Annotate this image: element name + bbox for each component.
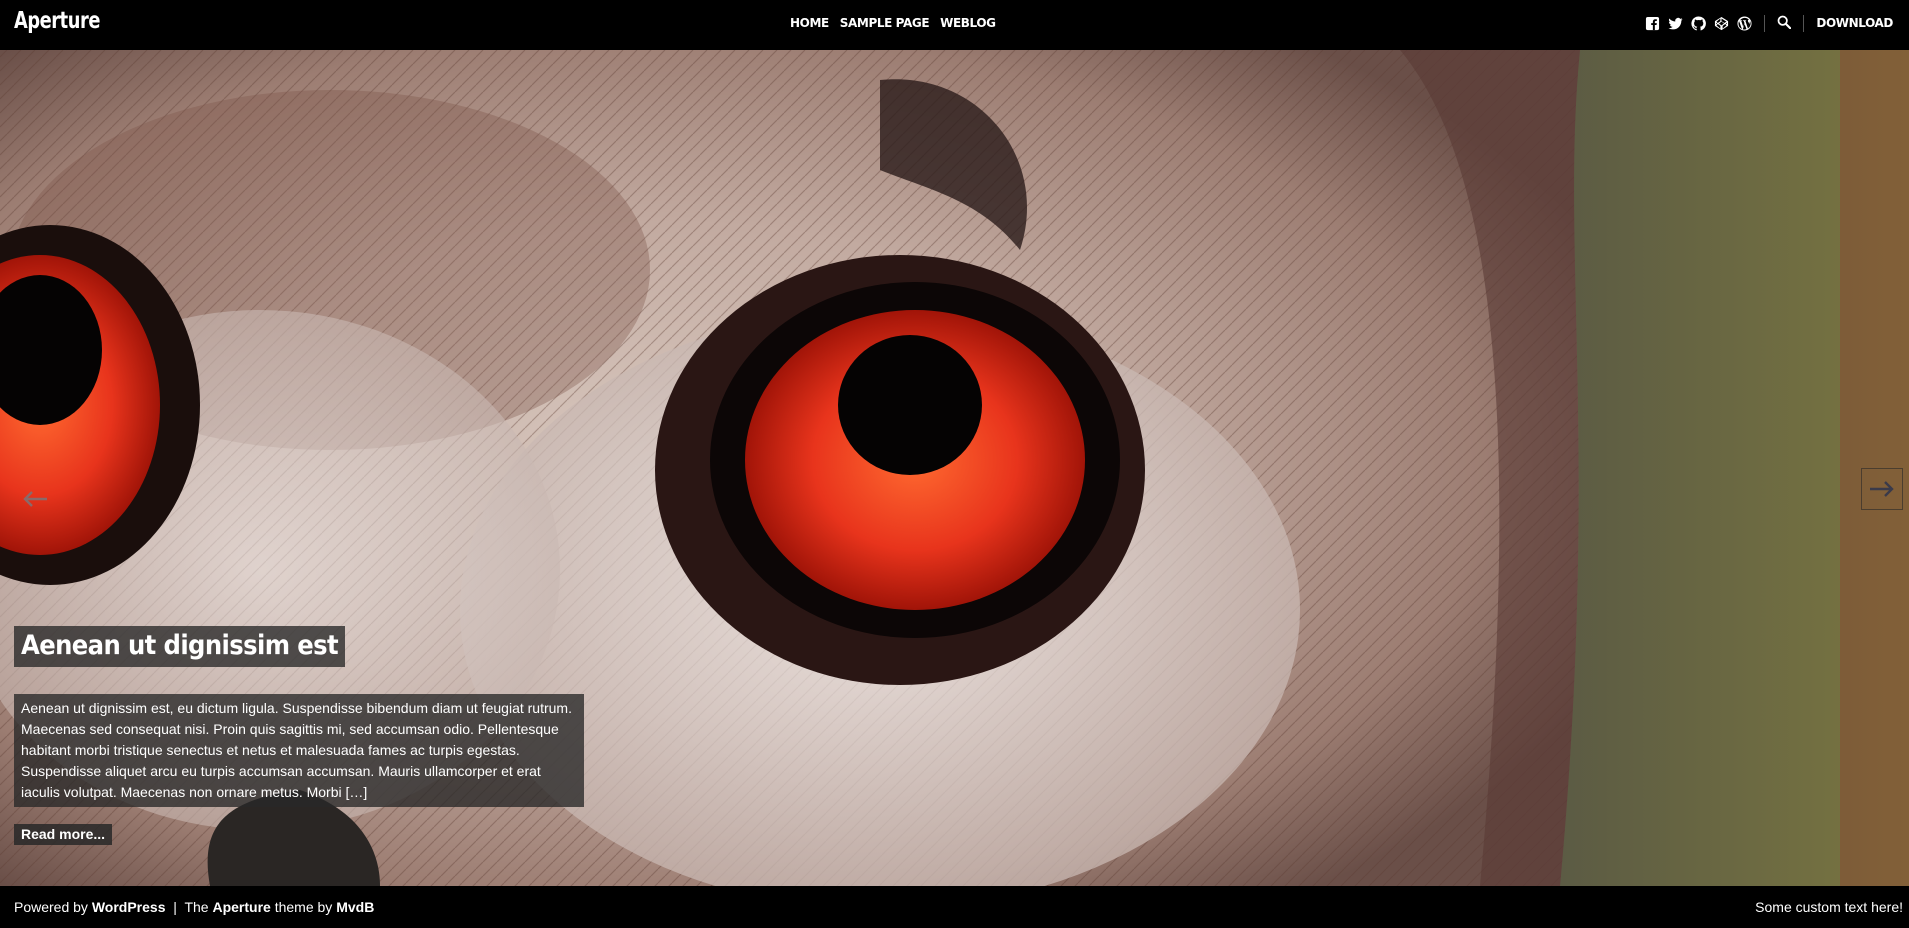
codepen-icon[interactable] [1713, 15, 1729, 31]
site-footer: Powered by WordPress | The Aperture them… [0, 886, 1909, 928]
main-nav: HOME SAMPLE PAGE WEBLOG [790, 16, 996, 30]
header-divider [1764, 14, 1766, 32]
wordpress-icon[interactable] [1736, 15, 1752, 31]
author-link[interactable]: MvdB [336, 899, 374, 915]
twitter-icon[interactable] [1667, 15, 1683, 31]
read-more-button[interactable]: Read more... [14, 824, 113, 845]
theme-link[interactable]: Aperture [212, 899, 270, 915]
social-links [1644, 15, 1752, 31]
download-link[interactable]: DOWNLOAD [1816, 16, 1893, 30]
footer-theme-by: theme by [274, 899, 333, 915]
facebook-icon[interactable] [1644, 15, 1660, 31]
footer-credits: Powered by WordPress | The Aperture them… [14, 899, 374, 915]
header-divider [1803, 14, 1805, 32]
arrow-right-icon [1870, 481, 1894, 497]
footer-powered-by: Powered by [14, 899, 88, 915]
slider-prev-button[interactable] [14, 478, 56, 520]
github-icon[interactable] [1690, 15, 1706, 31]
slide-excerpt: Aenean ut dignissim est, eu dictum ligul… [14, 694, 584, 807]
nav-item-weblog[interactable]: WEBLOG [940, 16, 996, 30]
footer-separator: | [173, 899, 177, 915]
footer-the: The [184, 899, 209, 915]
site-header: Aperture HOME SAMPLE PAGE WEBLOG DOWNLOA… [0, 0, 1909, 50]
search-icon[interactable] [1777, 14, 1792, 33]
nav-item-home[interactable]: HOME [790, 16, 829, 30]
site-title[interactable]: Aperture [14, 8, 100, 34]
header-tools: DOWNLOAD [1644, 14, 1893, 32]
wordpress-link[interactable]: WordPress [92, 899, 166, 915]
arrow-left-icon [23, 491, 47, 507]
footer-custom-text: Some custom text here! [1755, 899, 1903, 915]
slide-title[interactable]: Aenean ut dignissim est [14, 626, 346, 667]
nav-item-sample-page[interactable]: SAMPLE PAGE [840, 16, 930, 30]
hero-slider: Aenean ut dignissim est Aenean ut dignis… [0, 50, 1909, 886]
slider-next-button[interactable] [1861, 468, 1903, 510]
